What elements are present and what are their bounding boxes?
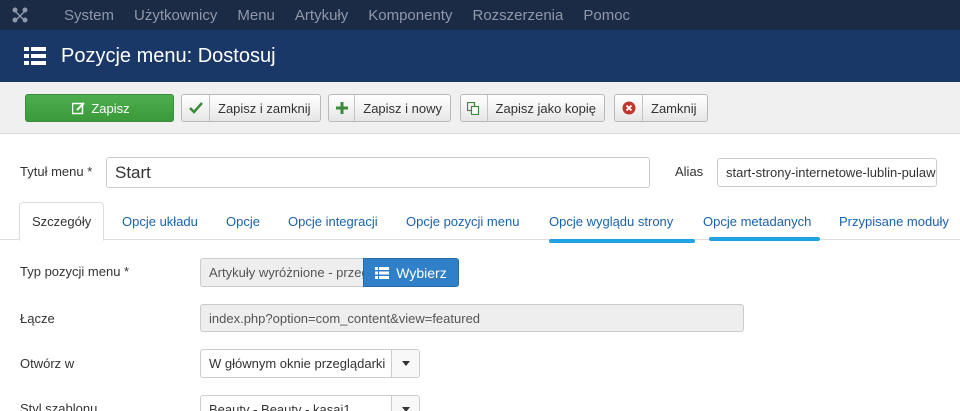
link-label: Łącze: [20, 311, 55, 326]
title-input[interactable]: Start: [106, 157, 650, 188]
tab-assigned-modules[interactable]: Przypisane moduły: [839, 202, 949, 240]
list-icon: [375, 266, 390, 279]
save-copy-label: Zapisz jako kopię: [495, 100, 596, 116]
nav-help[interactable]: Pomoc: [583, 7, 630, 24]
open-in-value: W głównym oknie przeglądarki: [209, 356, 386, 371]
tab-page-display-options[interactable]: Opcje wyglądu strony: [549, 202, 673, 240]
select-type-label: Wybierz: [396, 264, 447, 281]
save-new-label: Zapisz i nowy: [363, 100, 442, 116]
tab-metadata-options[interactable]: Opcje metadanych: [703, 202, 811, 240]
item-type-field: Artykuły wyróżnione - przeglądaj: [200, 258, 364, 287]
save-label: Zapisz: [91, 100, 130, 116]
tab-bar: Szczegóły Opcje układu Opcje Opcje integ…: [0, 202, 960, 241]
nav-components[interactable]: Komponenty: [368, 7, 452, 24]
nav-extensions[interactable]: Rozszerzenia: [472, 7, 563, 24]
template-style-select[interactable]: Beauty - Beauty - kasai1: [200, 395, 420, 411]
nav-users[interactable]: Użytkownicy: [134, 7, 217, 24]
list-icon: [24, 46, 46, 66]
link-field: index.php?option=com_content&view=featur…: [200, 304, 744, 332]
nav-articles[interactable]: Artykuły: [295, 7, 348, 24]
tab-integration-options[interactable]: Opcje integracji: [288, 202, 378, 240]
select-type-button[interactable]: Wybierz: [363, 258, 459, 287]
chevron-down-icon: [391, 396, 419, 411]
save-close-label: Zapisz i zamknij: [218, 100, 311, 116]
close-label: Zamknij: [651, 100, 697, 116]
title-label: Tytuł menu *: [20, 164, 93, 179]
item-type-label: Typ pozycji menu *: [20, 264, 130, 279]
highlight-underline: [709, 237, 820, 241]
save-copy-button[interactable]: Zapisz jako kopię: [460, 94, 605, 122]
nav-system[interactable]: System: [64, 7, 114, 24]
open-in-select[interactable]: W głównym oknie przeglądarki: [200, 349, 420, 378]
close-icon: [615, 95, 643, 121]
page-title: Pozycje menu: Dostosuj: [61, 44, 276, 67]
top-nav: System Użytkownicy Menu Artykuły Kompone…: [0, 0, 960, 30]
chevron-down-icon: [391, 350, 419, 377]
tab-layout-options[interactable]: Opcje układu: [122, 202, 198, 240]
save-button[interactable]: Zapisz: [25, 94, 174, 122]
alias-input[interactable]: start-strony-internetowe-lublin-pulaw: [717, 158, 937, 187]
copy-icon: [461, 95, 488, 121]
joomla-logo-icon[interactable]: [0, 0, 40, 30]
open-in-label: Otwórz w: [20, 356, 75, 371]
edit-icon: [69, 95, 87, 121]
close-button[interactable]: Zamknij: [614, 94, 708, 122]
highlight-underline: [549, 239, 695, 243]
alias-label: Alias: [675, 164, 704, 179]
tab-menu-item-options[interactable]: Opcje pozycji menu: [406, 202, 519, 240]
save-new-button[interactable]: Zapisz i nowy: [328, 94, 451, 122]
plus-icon: [329, 95, 356, 121]
toolbar: Zapisz Zapisz i zamknij Zapisz i nowy Za…: [0, 82, 960, 134]
tab-details[interactable]: Szczegóły: [19, 202, 105, 241]
page-header: Pozycje menu: Dostosuj: [0, 30, 960, 82]
tab-options[interactable]: Opcje: [226, 202, 260, 240]
check-icon: [182, 95, 210, 121]
template-style-label: Styl szablonu: [20, 401, 98, 411]
template-style-value: Beauty - Beauty - kasai1: [209, 402, 351, 411]
save-close-button[interactable]: Zapisz i zamknij: [181, 94, 321, 122]
nav-menu[interactable]: Menu: [237, 7, 275, 24]
